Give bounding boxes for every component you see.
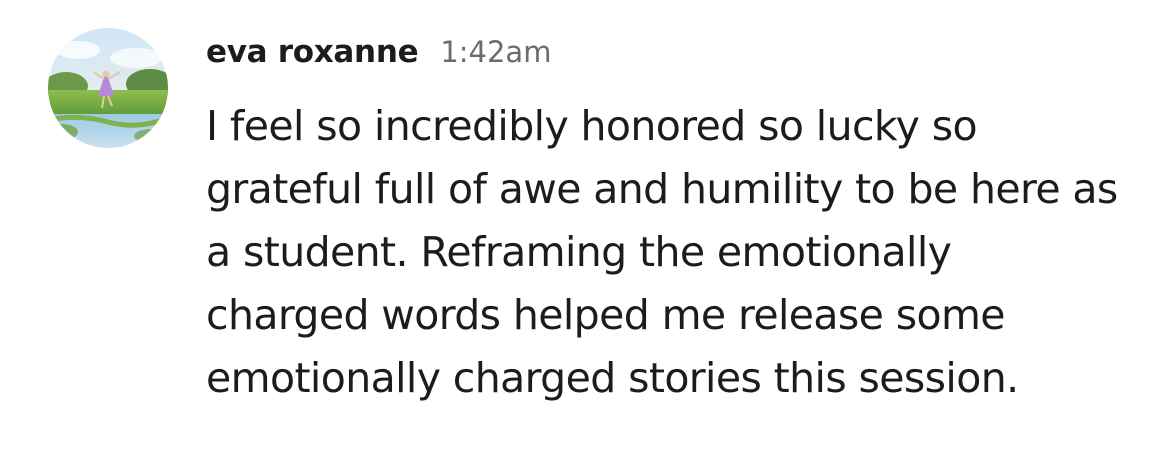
message-header: eva roxanne 1:42am bbox=[206, 34, 551, 82]
message-text: I feel so incredibly honored so lucky so… bbox=[206, 102, 1118, 402]
author-name[interactable]: eva roxanne bbox=[206, 34, 419, 70]
chat-message: eva roxanne 1:42am I feel so incredibly … bbox=[0, 0, 1170, 474]
avatar[interactable] bbox=[48, 28, 168, 148]
message-timestamp[interactable]: 1:42am bbox=[440, 35, 551, 69]
avatar-image bbox=[48, 28, 168, 148]
